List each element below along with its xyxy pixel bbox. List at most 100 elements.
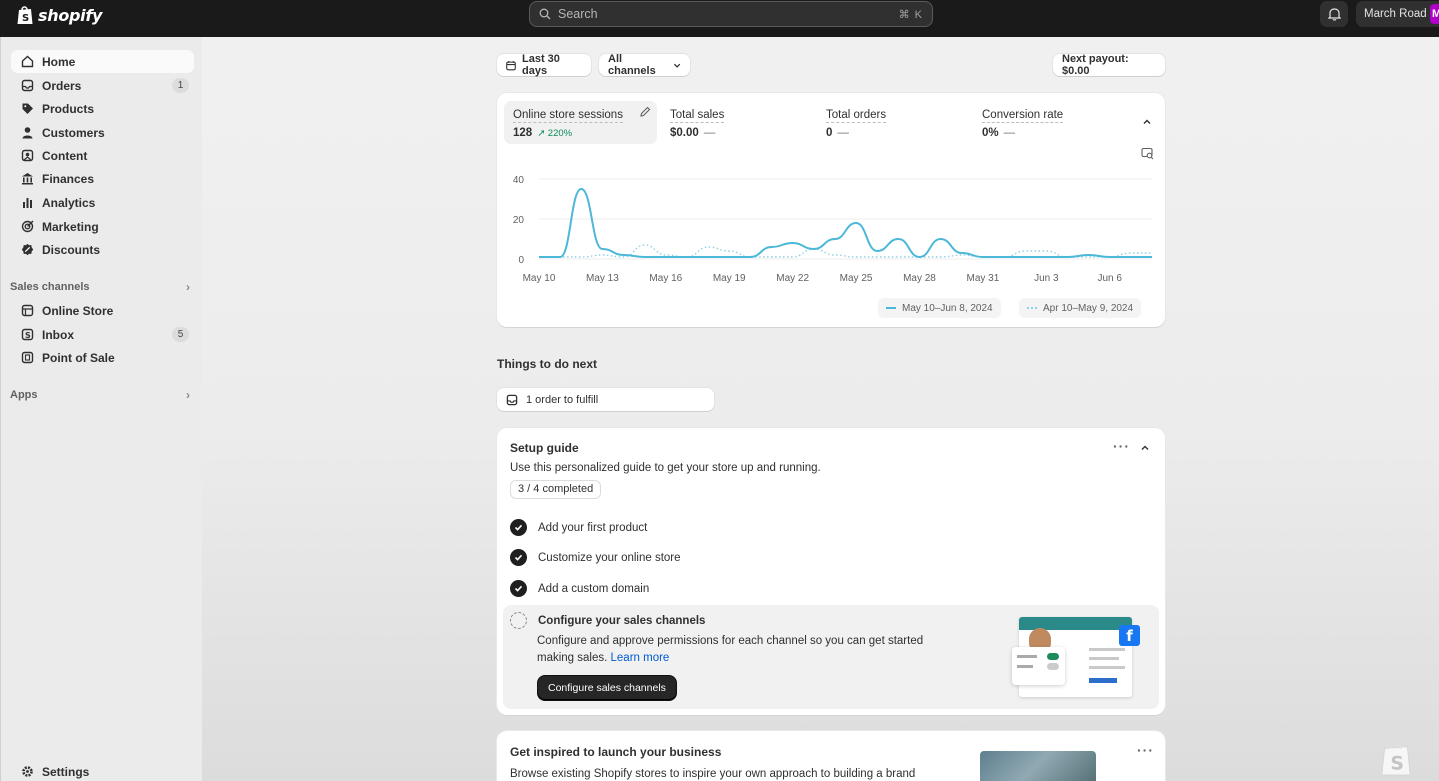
- legend-solid-swatch: [886, 307, 896, 309]
- setup-guide-card: Setup guide ··· Use this personalized gu…: [497, 428, 1165, 715]
- orders-icon: [506, 394, 518, 405]
- more-options-icon[interactable]: ···: [1113, 438, 1130, 454]
- metric-total-sales[interactable]: Total sales $0.00 —: [661, 101, 811, 144]
- series-line-current: [539, 187, 1152, 259]
- logo-wordmark: shopify: [38, 5, 103, 25]
- step-label: Customize your online store: [538, 551, 681, 564]
- active-step-title: Configure your sales channels: [538, 614, 706, 627]
- metric-trend: —: [837, 127, 849, 139]
- person-icon: [20, 126, 34, 140]
- setup-guide-title: Setup guide: [510, 441, 579, 455]
- sidebar-item-customers[interactable]: Customers: [11, 121, 194, 144]
- learn-more-link[interactable]: Learn more: [611, 652, 670, 664]
- sales-channels-heading[interactable]: Sales channels ›: [10, 280, 190, 294]
- setup-step-2[interactable]: Customize your online store: [510, 549, 681, 566]
- metric-label: Online store sessions: [513, 109, 623, 123]
- metric-value: 0%: [982, 127, 999, 139]
- legend-label: May 10–Jun 8, 2024: [902, 302, 993, 314]
- sidebar-item-point-of-sale[interactable]: Point of Sale: [11, 346, 194, 369]
- calendar-icon: [506, 60, 516, 70]
- sidebar-item-settings[interactable]: Settings: [11, 760, 194, 781]
- x-tick-label: Jun 3: [1034, 273, 1059, 284]
- channels-label: All channels: [608, 53, 656, 77]
- sidebar-item-orders[interactable]: Orders 1: [11, 74, 194, 97]
- setup-step-3[interactable]: Add a custom domain: [510, 580, 649, 597]
- sidebar-item-inbox[interactable]: S Inbox 5: [11, 323, 194, 346]
- apps-heading[interactable]: Apps ›: [10, 388, 190, 402]
- trend-up-badge: ↗ 220%: [537, 127, 573, 139]
- sidebar-item-label: Finances: [42, 171, 95, 186]
- configure-sales-channels-button[interactable]: Configure sales channels: [538, 676, 676, 700]
- next-payout-button[interactable]: Next payout: $0.00: [1053, 53, 1165, 77]
- sidebar-item-discounts[interactable]: Discounts: [11, 238, 194, 261]
- store-menu-button[interactable]: March Road: [1356, 1, 1439, 27]
- legend-current[interactable]: May 10–Jun 8, 2024: [878, 298, 1001, 318]
- metric-value: 0: [826, 127, 833, 139]
- metric-conversion-rate[interactable]: Conversion rate 0% —: [973, 101, 1123, 144]
- sidebar-item-label: Settings: [42, 764, 90, 779]
- notifications-button[interactable]: [1320, 1, 1348, 27]
- chevron-up-icon[interactable]: [1140, 443, 1150, 453]
- date-range-button[interactable]: Last 30 days: [497, 53, 591, 77]
- channels-dropdown[interactable]: All channels: [599, 53, 690, 77]
- chart-settings-icon[interactable]: [1141, 147, 1154, 160]
- setup-step-1[interactable]: Add your first product: [510, 519, 647, 536]
- chevron-down-icon: [673, 63, 681, 68]
- x-tick-label: May 28: [903, 273, 936, 284]
- x-tick-label: May 31: [966, 273, 999, 284]
- sidebar-item-label: Products: [42, 101, 95, 116]
- tag-icon: [20, 102, 34, 116]
- trend-value: 220%: [547, 127, 573, 139]
- bar-chart-icon: [20, 196, 34, 210]
- edit-icon[interactable]: [639, 106, 651, 118]
- sidebar-item-analytics[interactable]: Analytics: [11, 191, 194, 214]
- task-label: 1 order to fulfill: [526, 393, 599, 406]
- chevron-up-icon[interactable]: [1142, 117, 1152, 127]
- avatar[interactable]: M: [1430, 4, 1439, 24]
- metric-total-orders[interactable]: Total orders 0 —: [817, 101, 967, 144]
- sidebar-item-label: Content: [42, 148, 88, 163]
- search-bar[interactable]: Search ⌘ K: [529, 1, 933, 27]
- inspiration-card: Get inspired to launch your business Bro…: [497, 731, 1165, 781]
- sidebar-item-marketing[interactable]: Marketing: [11, 215, 194, 238]
- sidebar-item-label: Point of Sale: [42, 350, 115, 365]
- sidebar-item-products[interactable]: Products: [11, 97, 194, 120]
- sidebar-item-home[interactable]: Home: [11, 50, 194, 73]
- sidebar-item-finances[interactable]: Finances: [11, 167, 194, 190]
- sidebar-item-label: Customers: [42, 125, 105, 140]
- step-label: Add a custom domain: [538, 582, 650, 595]
- y-tick-label: 20: [513, 215, 525, 226]
- top-bar: S shopify Search ⌘ K March Road M: [0, 0, 1439, 37]
- legend-label: Apr 10–May 9, 2024: [1043, 302, 1134, 314]
- sidebar-item-label: Inbox: [42, 327, 74, 342]
- discount-icon: [20, 243, 34, 257]
- sidebar-item-content[interactable]: Content: [11, 144, 194, 167]
- x-tick-label: May 16: [649, 273, 682, 284]
- more-options-icon[interactable]: ···: [1137, 742, 1154, 758]
- store-icon: [20, 304, 34, 318]
- y-tick-label: 0: [518, 255, 524, 266]
- inbox-count-badge: 5: [172, 327, 189, 342]
- search-placeholder: Search: [558, 7, 598, 21]
- apps-label: Apps: [10, 389, 38, 401]
- sidebar-item-label: Marketing: [42, 219, 99, 234]
- active-setup-step: Configure your sales channels Configure …: [503, 605, 1159, 709]
- sales-channels-label: Sales channels: [10, 281, 90, 293]
- active-step-header[interactable]: Configure your sales channels: [510, 612, 705, 629]
- sidebar-item-label: Discounts: [42, 242, 101, 257]
- pos-icon: [20, 351, 34, 365]
- fulfill-order-task[interactable]: 1 order to fulfill: [497, 388, 714, 411]
- metric-sessions[interactable]: Online store sessions 128 ↗ 220%: [504, 101, 657, 144]
- inspiration-image: [980, 751, 1096, 781]
- analytics-card: Online store sessions 128 ↗ 220% Total s…: [497, 93, 1165, 327]
- legend-previous[interactable]: Apr 10–May 9, 2024: [1019, 298, 1142, 318]
- legend-dotted-swatch: [1027, 307, 1037, 309]
- chevron-right-icon: ›: [186, 388, 190, 402]
- y-tick-label: 40: [513, 175, 525, 186]
- sidebar-item-online-store[interactable]: Online Store: [11, 299, 194, 322]
- bank-icon: [20, 172, 34, 186]
- home-icon: [20, 55, 34, 69]
- shopify-logo[interactable]: S shopify: [16, 5, 102, 25]
- gear-icon: [20, 765, 34, 779]
- store-name: March Road: [1364, 8, 1427, 20]
